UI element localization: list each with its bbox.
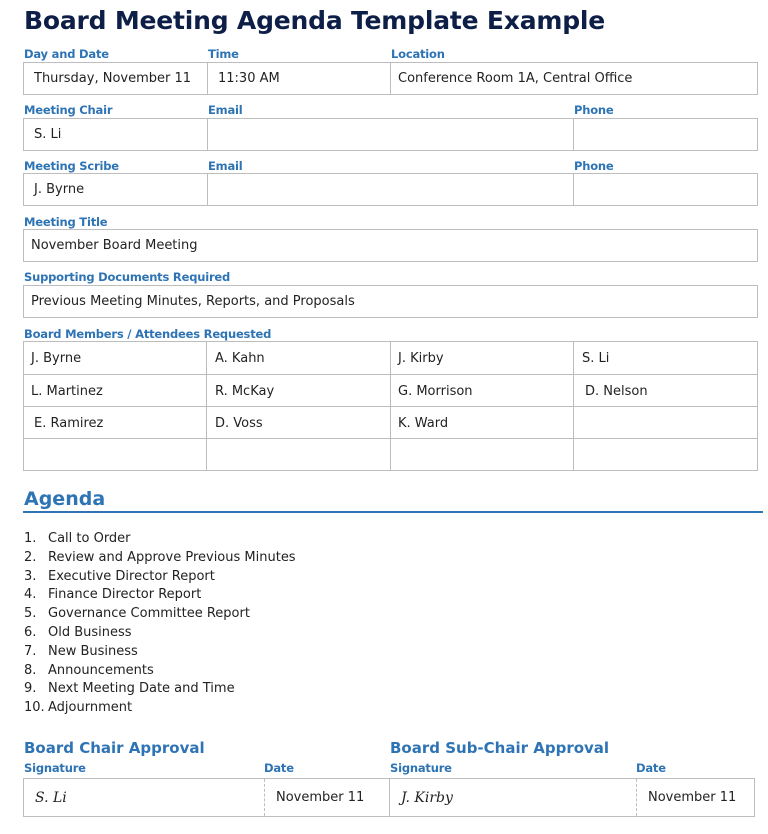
agenda-item-number: 7. xyxy=(24,643,37,659)
agenda-item: 1. Call to Order xyxy=(24,531,296,550)
agenda-item: 4. Finance Director Report xyxy=(24,587,296,606)
agenda-list: 1. Call to Order 2. Review and Approve Pre… xyxy=(24,531,296,719)
chair-date-label: Date xyxy=(264,761,294,775)
agenda-item: 9. Next Meeting Date and Time xyxy=(24,681,296,700)
location-field[interactable]: Conference Room 1A, Central Office xyxy=(398,63,632,94)
meeting-scribe-row: J. Byrne xyxy=(23,173,758,206)
subchair-signature-field[interactable]: J. Kirby xyxy=(401,779,453,816)
meeting-chair-label: Meeting Chair xyxy=(24,103,113,117)
meeting-chair-field[interactable]: S. Li xyxy=(34,119,61,150)
attendee-cell[interactable]: J. Byrne xyxy=(31,342,81,374)
meeting-title-box: November Board Meeting xyxy=(23,229,758,262)
attendees-table: J. Byrne A. Kahn J. Kirby S. Li L. Marti… xyxy=(23,341,758,471)
divider xyxy=(573,174,574,205)
agenda-item-text: Call to Order xyxy=(48,531,131,546)
divider xyxy=(264,779,265,816)
page-title: Board Meeting Agenda Template Example xyxy=(24,6,606,35)
subchair-signature-label: Signature xyxy=(390,761,452,775)
supporting-docs-label: Supporting Documents Required xyxy=(24,270,231,284)
meeting-info-row: Thursday, November 11 11:30 AM Conferenc… xyxy=(23,62,758,95)
attendee-cell[interactable]: E. Ramirez xyxy=(34,407,103,439)
chair-phone-label: Phone xyxy=(574,103,614,117)
divider xyxy=(207,174,208,205)
agenda-item: 2. Review and Approve Previous Minutes xyxy=(24,550,296,569)
time-label: Time xyxy=(208,47,239,61)
agenda-item-number: 10. xyxy=(24,700,45,716)
attendee-cell[interactable]: D. Voss xyxy=(215,407,263,439)
agenda-item-number: 6. xyxy=(24,624,37,640)
meeting-chair-row: S. Li xyxy=(23,118,758,151)
agenda-item: 6. Old Business xyxy=(24,625,296,644)
scribe-phone-label: Phone xyxy=(574,159,614,173)
divider xyxy=(207,119,208,150)
attendee-cell[interactable]: D. Nelson xyxy=(585,375,648,407)
chair-date-field[interactable]: November 11 xyxy=(276,779,364,816)
subchair-date-label: Date xyxy=(636,761,666,775)
agenda-item-number: 9. xyxy=(24,681,37,697)
subchair-date-field[interactable]: November 11 xyxy=(648,779,736,816)
supporting-docs-field[interactable]: Previous Meeting Minutes, Reports, and P… xyxy=(31,286,355,317)
scribe-email-label: Email xyxy=(208,159,243,173)
chair-signature-label: Signature xyxy=(24,761,86,775)
attendees-label: Board Members / Attendees Requested xyxy=(24,327,272,341)
agenda-item-text: Review and Approve Previous Minutes xyxy=(48,549,296,565)
divider xyxy=(636,779,637,816)
divider xyxy=(573,119,574,150)
chair-email-label: Email xyxy=(208,103,243,117)
location-label: Location xyxy=(391,47,445,61)
subchair-approval-box: J. Kirby November 11 xyxy=(389,778,755,817)
divider xyxy=(24,438,757,439)
meeting-scribe-label: Meeting Scribe xyxy=(24,159,119,173)
agenda-divider xyxy=(23,511,763,513)
attendee-cell[interactable]: K. Ward xyxy=(398,407,448,439)
attendee-cell[interactable]: G. Morrison xyxy=(398,375,473,407)
meeting-title-label: Meeting Title xyxy=(24,215,108,229)
agenda-item-text: Announcements xyxy=(48,662,154,678)
meeting-title-field[interactable]: November Board Meeting xyxy=(31,230,198,261)
agenda-item-text: Next Meeting Date and Time xyxy=(48,681,235,697)
divider xyxy=(390,63,391,94)
agenda-item-text: New Business xyxy=(48,643,138,659)
agenda-item-number: 1. xyxy=(24,531,37,546)
agenda-item-number: 5. xyxy=(24,606,37,622)
subchair-approval-heading: Board Sub-Chair Approval xyxy=(390,739,610,757)
chair-approval-box: S. Li November 11 xyxy=(23,778,390,817)
agenda-item: 10. Adjournment xyxy=(24,700,296,719)
agenda-item-text: Finance Director Report xyxy=(48,587,202,603)
divider xyxy=(207,63,208,94)
attendee-cell[interactable]: R. McKay xyxy=(215,375,274,407)
agenda-item-number: 4. xyxy=(24,587,37,603)
agenda-item: 7. New Business xyxy=(24,644,296,663)
agenda-item: 8. Announcements xyxy=(24,663,296,682)
agenda-item: 5. Governance Committee Report xyxy=(24,606,296,625)
agenda-heading: Agenda xyxy=(24,488,106,510)
attendee-cell[interactable]: S. Li xyxy=(582,342,609,374)
day-date-field[interactable]: Thursday, November 11 xyxy=(34,63,191,94)
chair-approval-heading: Board Chair Approval xyxy=(24,739,205,757)
attendee-cell[interactable]: L. Martinez xyxy=(31,375,103,407)
agenda-item: 3. Executive Director Report xyxy=(24,569,296,588)
time-field[interactable]: 11:30 AM xyxy=(218,63,280,94)
agenda-item-text: Governance Committee Report xyxy=(48,606,250,622)
agenda-item-number: 3. xyxy=(24,568,37,584)
day-date-label: Day and Date xyxy=(24,47,109,61)
supporting-docs-box: Previous Meeting Minutes, Reports, and P… xyxy=(23,285,758,318)
agenda-item-number: 8. xyxy=(24,662,37,678)
agenda-item-text: Executive Director Report xyxy=(48,568,215,584)
agenda-item-number: 2. xyxy=(24,549,37,565)
agenda-item-text: Adjournment xyxy=(48,700,133,716)
meeting-scribe-field[interactable]: J. Byrne xyxy=(34,174,84,205)
agenda-item-text: Old Business xyxy=(48,624,132,640)
attendee-cell[interactable]: A. Kahn xyxy=(215,342,265,374)
attendee-cell[interactable]: J. Kirby xyxy=(398,342,444,374)
chair-signature-field[interactable]: S. Li xyxy=(35,779,67,816)
